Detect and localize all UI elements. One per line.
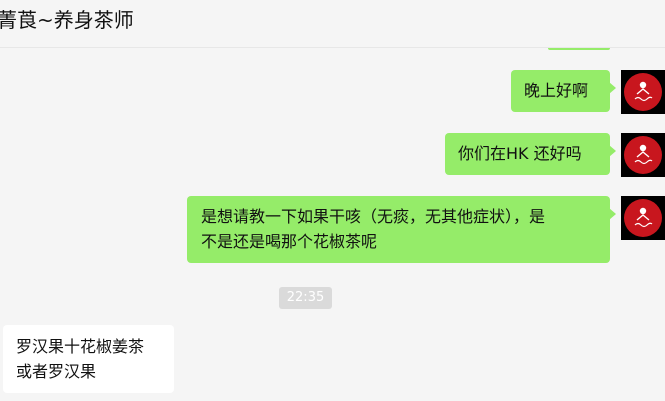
chat-title: 菁莨~养身茶师 xyxy=(0,8,134,32)
user-avatar[interactable] xyxy=(621,133,665,177)
message-text-line-1: 是想请教一下如果干咳（无痰，无其他症状），是 xyxy=(201,207,546,226)
previous-message-bubble[interactable] xyxy=(548,48,610,50)
message-text-line-2: 不是还是喝那个花椒茶呢 xyxy=(201,232,378,251)
message-list[interactable]: 晚上好啊 你们在HK 还好吗 是想请教一下如果干咳（无痰，无其他症状），是 不是… xyxy=(0,48,665,401)
avatar-icon xyxy=(621,70,665,114)
user-avatar[interactable] xyxy=(621,196,665,240)
message-text-line-1: 罗汉果十花椒姜茶 xyxy=(16,337,145,356)
message-bubble-received[interactable]: 罗汉果十花椒姜茶 或者罗汉果 xyxy=(3,325,174,393)
user-avatar[interactable] xyxy=(621,70,665,114)
message-bubble-sent[interactable]: 你们在HK 还好吗 xyxy=(445,133,616,175)
message-bubble-sent[interactable]: 是想请教一下如果干咳（无痰，无其他症状），是 不是还是喝那个花椒茶呢 xyxy=(187,196,616,263)
message-text: 晚上好啊 xyxy=(524,81,589,100)
avatar-icon xyxy=(621,133,665,177)
chat-header: 菁莨~养身茶师 xyxy=(0,0,665,48)
timestamp-badge: 22:35 xyxy=(279,287,332,309)
avatar-icon xyxy=(621,196,665,240)
message-text-line-2: 或者罗汉果 xyxy=(16,362,97,381)
message-bubble-sent[interactable]: 晚上好啊 xyxy=(511,70,616,112)
message-text: 你们在HK 还好吗 xyxy=(458,144,582,163)
